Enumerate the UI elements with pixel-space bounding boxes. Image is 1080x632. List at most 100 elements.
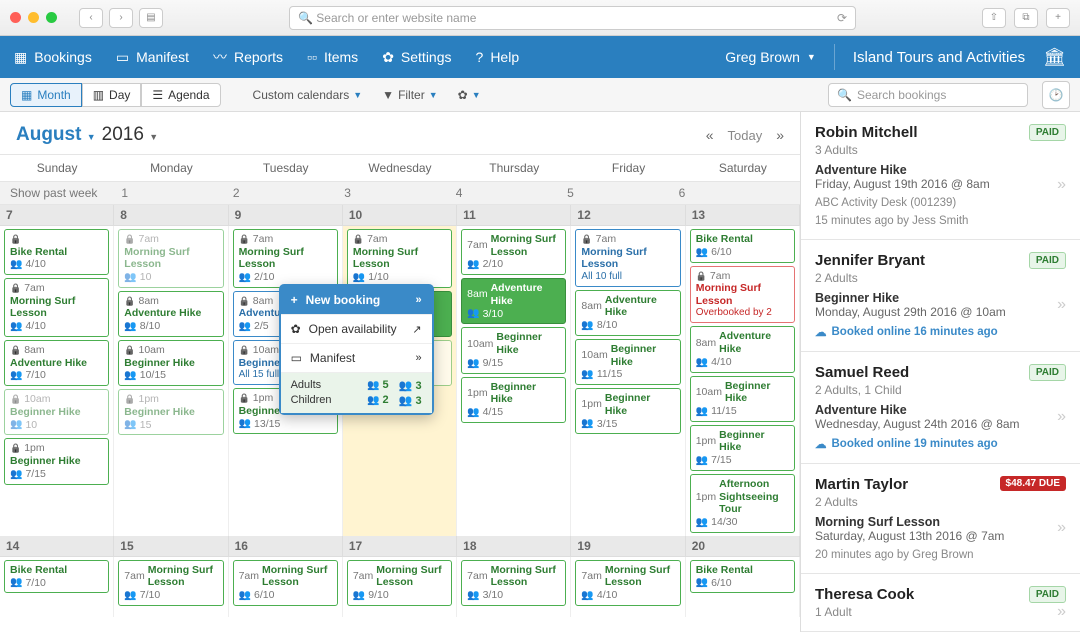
date-cell[interactable]: 15 xyxy=(114,536,228,556)
calendar-event[interactable]: 8am Adventure Hike 4/10 xyxy=(690,326,795,372)
date-cell[interactable]: 14 xyxy=(0,536,114,556)
calendar-event[interactable]: 10am Beginner Hike 9/15 xyxy=(461,327,566,373)
day-column[interactable]: 7am Morning Surf Lesson 6/10 xyxy=(229,557,343,617)
view-agenda[interactable]: ☰Agenda xyxy=(141,83,220,107)
view-month[interactable]: ▦Month xyxy=(10,83,82,107)
popover-open-availability[interactable]: ✿Open availability↗ xyxy=(281,315,432,344)
nav-manifest[interactable]: ▭Manifest xyxy=(116,49,189,66)
booking-card[interactable]: Martin Taylor2 AdultsMorning Surf Lesson… xyxy=(801,464,1080,574)
browser-sidebar-button[interactable]: ▤ xyxy=(139,8,163,28)
calendar-event[interactable]: 7am Morning Surf Lesson 7/10 xyxy=(118,560,223,606)
date-cell[interactable]: 7 xyxy=(0,205,114,225)
date-cell[interactable]: 18 xyxy=(457,536,571,556)
settings-dropdown[interactable]: ✿ ▼ xyxy=(452,84,487,106)
day-column[interactable]: 7amMorning Surf Lesson 108amAdventure Hi… xyxy=(114,226,228,536)
calendar-event[interactable]: 7amMorning Surf Lesson 4/10 xyxy=(4,278,109,337)
date-cell[interactable]: 10 xyxy=(343,205,457,225)
calendar-event[interactable]: Bike Rental 4/10 xyxy=(4,229,109,275)
minimize-window-button[interactable] xyxy=(28,12,39,23)
calendar-event[interactable]: 7amMorning Surf Lesson 2/10 xyxy=(233,229,338,288)
calendar-event[interactable]: 10amBeginner Hike 10 xyxy=(4,389,109,435)
nav-items[interactable]: ▫▫Items xyxy=(307,49,358,65)
date-cell[interactable]: 17 xyxy=(343,536,457,556)
date-cell[interactable]: 16 xyxy=(229,536,343,556)
day-column[interactable]: 7am Morning Surf Lesson 4/10 xyxy=(571,557,685,617)
date-cell[interactable]: 11 xyxy=(457,205,571,225)
popover-new-booking[interactable]: +New booking» xyxy=(281,286,432,315)
calendar-event[interactable]: 7amMorning Surf LessonOverbooked by 2 xyxy=(690,266,795,324)
refresh-icon[interactable]: ⟳ xyxy=(837,11,847,25)
calendar-event[interactable]: 10am Beginner Hike 11/15 xyxy=(690,376,795,422)
booking-card[interactable]: Theresa Cook1 AdultPAID» xyxy=(801,574,1080,632)
url-bar[interactable]: 🔍 Search or enter website name ⟳ xyxy=(289,6,856,30)
popover-manifest[interactable]: ▭Manifest» xyxy=(281,344,432,373)
calendar-event[interactable]: 8amAdventure Hike 8/10 xyxy=(118,291,223,337)
search-bookings-input[interactable]: 🔍Search bookings xyxy=(828,83,1028,107)
calendar-event[interactable]: 8am Adventure Hike 8/10 xyxy=(575,290,680,336)
calendar-event[interactable]: 7amMorning Surf LessonAll 10 full xyxy=(575,229,680,287)
calendar-event[interactable]: 1pm Beginner Hike 4/15 xyxy=(461,377,566,423)
new-tab-button[interactable]: + xyxy=(1046,8,1070,28)
calendar-event[interactable]: 1pm Afternoon Sightseeing Tour 14/30 xyxy=(690,474,795,533)
calendar-event[interactable]: 7am Morning Surf Lesson 3/10 xyxy=(461,560,566,606)
tabs-button[interactable]: ⧉ xyxy=(1014,8,1038,28)
day-column[interactable]: Bike Rental 6/107amMorning Surf LessonOv… xyxy=(686,226,800,536)
date-cell[interactable]: 13 xyxy=(686,205,800,225)
calendar-event[interactable]: 7am Morning Surf Lesson 4/10 xyxy=(575,560,680,606)
date-cell[interactable]: 8 xyxy=(114,205,228,225)
calendar-event[interactable]: 7am Morning Surf Lesson 9/10 xyxy=(347,560,452,606)
filter-dropdown[interactable]: ▼ Filter ▼ xyxy=(376,84,443,106)
booking-card[interactable]: Samuel Reed2 Adults, 1 ChildAdventure Hi… xyxy=(801,352,1080,464)
booking-card[interactable]: Jennifer Bryant2 AdultsBeginner HikeMond… xyxy=(801,240,1080,352)
day-column[interactable]: 7amMorning Surf Lesson 2/108amAdventure … xyxy=(229,226,343,536)
calendar-event[interactable]: 10amBeginner Hike 10/15 xyxy=(118,340,223,386)
calendar-event[interactable]: 10am Beginner Hike 11/15 xyxy=(575,339,680,385)
past-week-row[interactable]: Show past week 1 2 3 4 5 6 xyxy=(0,182,800,205)
calendar-event[interactable]: 7am Morning Surf Lesson 2/10 xyxy=(461,229,566,275)
day-column[interactable]: 7am Morning Surf Lesson 7/10 xyxy=(114,557,228,617)
date-cell[interactable]: 9 xyxy=(229,205,343,225)
day-column[interactable]: 7amMorning Surf LessonAll 10 full8am Adv… xyxy=(571,226,685,536)
calendar-event[interactable]: Bike Rental 6/10 xyxy=(690,560,795,594)
calendar-event[interactable]: 7amMorning Surf Lesson 1/10 xyxy=(347,229,452,288)
prev-period-button[interactable]: « xyxy=(706,127,714,143)
next-period-button[interactable]: » xyxy=(776,127,784,143)
calendar-event[interactable]: 1pmBeginner Hike 7/15 xyxy=(4,438,109,484)
calendar-event[interactable]: 1pmBeginner Hike 15 xyxy=(118,389,223,435)
date-cell[interactable]: 20 xyxy=(686,536,800,556)
calendar-event[interactable]: 1pm Beginner Hike 7/15 xyxy=(690,425,795,471)
history-button[interactable]: 🕑 xyxy=(1042,81,1070,109)
day-column[interactable]: Bike Rental 6/10 xyxy=(686,557,800,617)
day-column[interactable]: Bike Rental 7/10 xyxy=(0,557,114,617)
browser-forward-button[interactable]: › xyxy=(109,8,133,28)
day-column[interactable]: 7am Morning Surf Lesson 9/10 xyxy=(343,557,457,617)
calendar-event[interactable]: 7amMorning Surf Lesson 10 xyxy=(118,229,223,288)
calendar-event[interactable]: 8am Adventure Hike 3/10 xyxy=(461,278,566,324)
company-name[interactable]: Island Tours and Activities xyxy=(853,49,1025,66)
nav-bookings[interactable]: ▦Bookings xyxy=(14,49,92,66)
calendar-event[interactable]: Bike Rental 7/10 xyxy=(4,560,109,594)
maximize-window-button[interactable] xyxy=(46,12,57,23)
close-window-button[interactable] xyxy=(10,12,21,23)
day-column[interactable]: 7am Morning Surf Lesson 3/10 xyxy=(457,557,571,617)
nav-settings[interactable]: ✿Settings xyxy=(382,49,451,66)
day-column[interactable]: 7am Morning Surf Lesson 2/108am Adventur… xyxy=(457,226,571,536)
month-selector[interactable]: August ▼ xyxy=(16,124,96,146)
today-button[interactable]: Today xyxy=(728,128,763,143)
date-cell[interactable]: 19 xyxy=(571,536,685,556)
calendar-event[interactable]: 7am Morning Surf Lesson 6/10 xyxy=(233,560,338,606)
year-selector[interactable]: 2016 ▼ xyxy=(102,124,158,146)
booking-card[interactable]: Robin Mitchell3 AdultsAdventure HikeFrid… xyxy=(801,112,1080,240)
user-menu[interactable]: Greg Brown ▼ xyxy=(725,49,816,65)
calendar-event[interactable]: Bike Rental 6/10 xyxy=(690,229,795,263)
view-day[interactable]: ▥Day xyxy=(82,83,142,107)
date-cell[interactable]: 12 xyxy=(571,205,685,225)
browser-back-button[interactable]: ‹ xyxy=(79,8,103,28)
custom-calendars-dropdown[interactable]: Custom calendars ▼ xyxy=(247,84,369,106)
calendar-event[interactable]: 1pm Beginner Hike 3/15 xyxy=(575,388,680,434)
nav-help[interactable]: ?Help xyxy=(476,49,520,65)
calendar-event[interactable]: 8amAdventure Hike 7/10 xyxy=(4,340,109,386)
share-button[interactable]: ⇧ xyxy=(982,8,1006,28)
nav-reports[interactable]: 〰Reports xyxy=(213,47,283,67)
day-column[interactable]: Bike Rental 4/107amMorning Surf Lesson 4… xyxy=(0,226,114,536)
